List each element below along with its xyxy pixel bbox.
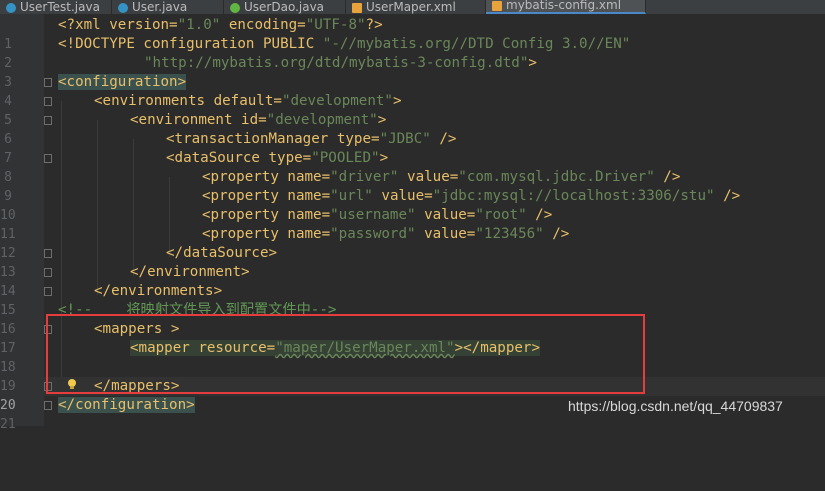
code-line-11: 11 <property name="username" value="root… [0, 207, 553, 242]
tab-userdao-java[interactable]: UserDao.java [224, 0, 346, 14]
code-line-4: 4 <configuration> [0, 73, 825, 109]
code-line-2: 2 <!DOCTYPE configuration PUBLIC "-//myb… [0, 35, 825, 71]
tab-label: UserTest.java [20, 0, 100, 14]
tab-label: UserMaper.xml [366, 0, 456, 14]
fold-marker-icon[interactable] [44, 287, 52, 296]
fold-marker-icon[interactable] [44, 116, 52, 125]
watermark: https://blog.csdn.net/qq_44709837 [568, 398, 783, 414]
xml-file-icon [492, 1, 502, 11]
tab-usermaper-xml[interactable]: UserMaper.xml [346, 0, 486, 14]
highlight-annotation-box [46, 314, 645, 394]
tab-label: User.java [132, 0, 188, 14]
tab-label: mybatis-config.xml [506, 0, 622, 12]
line-number: 21 [0, 417, 16, 432]
fold-marker-icon[interactable] [44, 78, 52, 87]
fold-marker-icon[interactable] [44, 268, 52, 277]
code-line-6: 6 <environment id="development"> [0, 111, 825, 147]
java-class-icon [118, 3, 128, 13]
xml-file-icon [352, 3, 362, 13]
code-line-7: 7 <transactionManager type="JDBC" /> [0, 130, 825, 166]
code-line-1: 1 <?xml version="1.0" encoding="UTF-8"?> [0, 16, 825, 52]
java-class-icon [6, 3, 16, 13]
tab-usertest-java[interactable]: UserTest.java [0, 0, 112, 14]
fold-marker-icon[interactable] [44, 154, 52, 163]
code-line-14: 14 </environment> [0, 264, 250, 299]
tab-label: UserDao.java [244, 0, 325, 14]
editor-tab-bar: UserTest.java User.java UserDao.java Use… [0, 0, 825, 14]
code-line-3: 3 "http://mybatis.org/dtd/mybatis-3-conf… [0, 54, 825, 90]
code-line-5: 5 <environments default="development"> [0, 92, 825, 128]
code-line-8: 8 <dataSource type="POOLED"> [0, 149, 825, 185]
code-line-12: 12 <property name="password" value="1234… [0, 226, 570, 261]
tab-user-java[interactable]: User.java [112, 0, 224, 14]
java-interface-icon [230, 3, 240, 13]
fold-marker-icon[interactable] [44, 249, 52, 258]
fold-marker-icon[interactable] [44, 97, 52, 106]
code-line-10: 10 <property name="url" value="jdbc:mysq… [0, 188, 741, 223]
fold-marker-icon[interactable] [44, 401, 52, 410]
code-line-15: 15 </environments> [0, 283, 223, 318]
tab-mybatis-config-xml[interactable]: mybatis-config.xml [486, 0, 646, 14]
code-line-9: 9 <property name="driver" value="com.mys… [0, 168, 825, 204]
code-line-13: 13 </dataSource> [0, 245, 278, 280]
